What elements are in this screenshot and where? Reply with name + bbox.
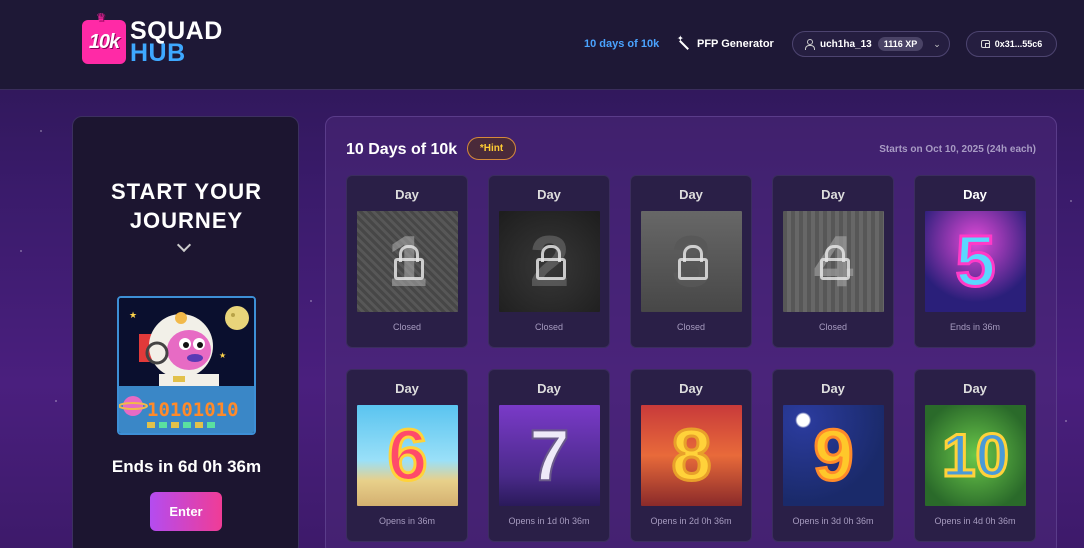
logo-line-2: HUB: [130, 39, 186, 67]
nav-pfp-label: PFP Generator: [697, 37, 774, 50]
ten-days-panel: 10 Days of 10k *Hint Starts on Oct 10, 2…: [325, 116, 1057, 548]
day-card-8[interactable]: Day 8 Opens in 2d 0h 36m: [630, 369, 752, 542]
day-label: Day: [679, 187, 703, 202]
day-status: Closed: [818, 322, 847, 332]
day-10-image: 10: [925, 405, 1026, 506]
day-label: Day: [821, 381, 845, 396]
day-card-5[interactable]: Day 5 Ends in 36m: [914, 175, 1036, 348]
nav-link-pfp-generator[interactable]: PFP Generator: [677, 34, 774, 50]
crown-icon: ♛: [96, 12, 106, 24]
day-card-1[interactable]: Day 1 Closed: [346, 175, 468, 348]
logo-wordmark: SQUAD HUB: [130, 19, 223, 67]
squad-hub-logo[interactable]: ♛ 10k SQUAD HUB: [82, 12, 223, 67]
top-navbar: ♛ 10k SQUAD HUB 10 days of 10k PFP Gener…: [0, 0, 1084, 90]
magic-wand-icon: [677, 34, 691, 50]
enter-button[interactable]: Enter: [150, 492, 222, 531]
day-3-image: 3: [641, 211, 742, 312]
countdown-text: Ends in 6d 0h 36m: [111, 457, 262, 476]
day-status: Opens in 2d 0h 36m: [650, 516, 732, 526]
logo-badge-text: 10k: [88, 30, 120, 53]
day-card-10[interactable]: Day 10 Opens in 4d 0h 36m: [914, 369, 1036, 542]
day-card-6[interactable]: Day 6 Opens in 36m: [346, 369, 468, 542]
day-1-image: 1: [357, 211, 458, 312]
day-card-7[interactable]: Day 7 Opens in 1d 0h 36m: [488, 369, 610, 542]
day-number: 9: [812, 415, 855, 496]
day-label: Day: [537, 381, 561, 396]
day-status: Opens in 1d 0h 36m: [508, 516, 590, 526]
astronaut-nft-image: ★ ★ ★ 10101010: [117, 296, 256, 435]
day-2-image: 2: [499, 211, 600, 312]
nft-banner-text: 10101010: [147, 399, 239, 421]
day-status: Opens in 3d 0h 36m: [792, 516, 874, 526]
panel-title: 10 Days of 10k: [346, 141, 458, 158]
day-status: Closed: [676, 322, 705, 332]
day-card-3[interactable]: Day 3 Closed: [630, 175, 752, 348]
day-card-2[interactable]: Day 2 Closed: [488, 175, 610, 348]
svg-text:★: ★: [219, 351, 226, 360]
day-status: Opens in 4d 0h 36m: [934, 516, 1016, 526]
day-status: Opens in 36m: [378, 516, 436, 526]
xp-badge: 1116 XP: [877, 37, 924, 51]
day-label: Day: [963, 381, 987, 396]
day-card-4[interactable]: Day 4 Closed: [772, 175, 894, 348]
journey-title: START YOUR JOURNEY: [73, 177, 300, 235]
day-label: Day: [821, 187, 845, 202]
day-number: 8: [670, 415, 713, 496]
day-9-image: 9: [783, 405, 884, 506]
hint-button[interactable]: *Hint: [467, 137, 516, 160]
lock-icon: [820, 245, 850, 280]
day-number: 10: [941, 421, 1011, 489]
day-label: Day: [395, 187, 419, 202]
day-status: Ends in 36m: [949, 322, 1001, 332]
wallet-button[interactable]: 0x31...55c6: [966, 31, 1057, 57]
day-4-image: 4: [783, 211, 884, 312]
day-label: Day: [679, 381, 703, 396]
journey-title-line-1: START YOUR: [111, 179, 262, 204]
day-7-image: 7: [499, 405, 600, 506]
user-menu-button[interactable]: uch1ha_13 1116 XP ⌄: [792, 31, 950, 57]
day-6-image: 6: [357, 405, 458, 506]
username: uch1ha_13: [820, 38, 872, 50]
day-label: Day: [395, 381, 419, 396]
schedule-info: Starts on Oct 10, 2025 (24h each): [879, 144, 1036, 155]
journey-panel: START YOUR JOURNEY ★ ★ ★ 101010: [72, 116, 299, 548]
day-label: Day: [963, 187, 987, 202]
astronaut-artwork: ★ ★ ★ 10101010: [119, 298, 254, 433]
day-number: 7: [528, 415, 570, 496]
wallet-icon: [980, 40, 990, 48]
day-status: Closed: [534, 322, 563, 332]
day-status: Closed: [392, 322, 421, 332]
nav-link-10-days[interactable]: 10 days of 10k: [584, 38, 659, 50]
user-icon: [804, 39, 815, 50]
svg-text:★: ★: [129, 311, 137, 321]
wallet-address: 0x31...55c6: [994, 39, 1043, 49]
day-5-image: 5: [925, 211, 1026, 312]
day-8-image: 8: [641, 405, 742, 506]
day-number: 5: [954, 221, 997, 302]
lock-icon: [678, 245, 708, 280]
day-number: 6: [386, 415, 429, 496]
journey-title-line-2: JOURNEY: [129, 208, 244, 233]
day-label: Day: [537, 187, 561, 202]
chevron-down-icon: [177, 240, 191, 254]
lock-icon: [394, 245, 424, 280]
logo-badge: ♛ 10k: [82, 12, 126, 64]
lock-icon: [536, 245, 566, 280]
chevron-down-icon: ⌄: [933, 38, 941, 49]
day-card-9[interactable]: Day 9 Opens in 3d 0h 36m: [772, 369, 894, 542]
